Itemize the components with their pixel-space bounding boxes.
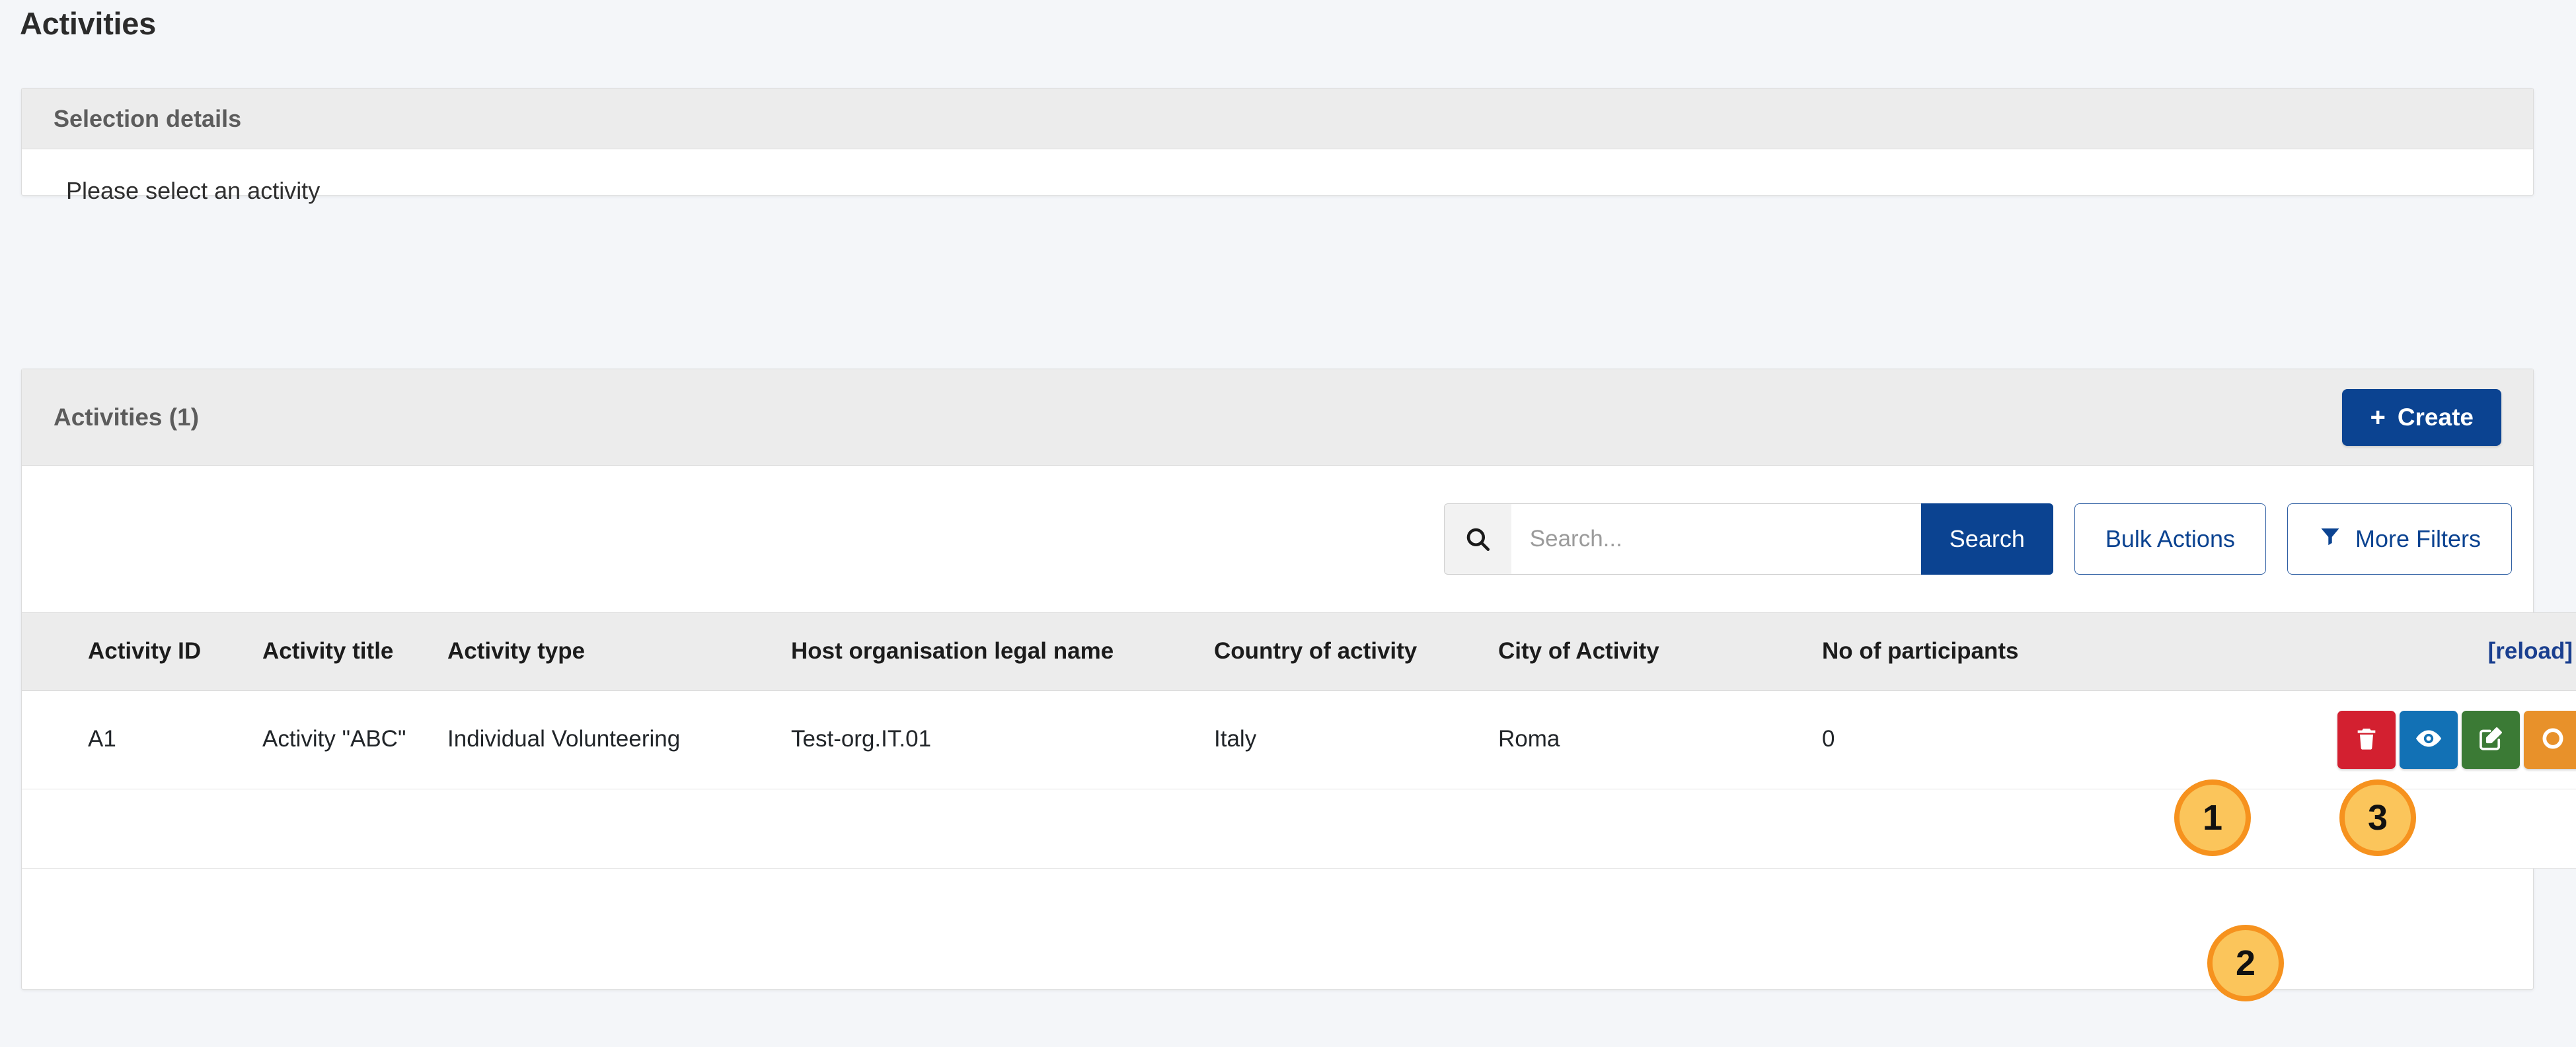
plus-icon: + — [2370, 402, 2386, 432]
column-header-host-organisation[interactable]: Host organisation legal name — [775, 612, 1198, 691]
search-group: Search — [1443, 503, 2053, 575]
column-header-participants[interactable]: No of participants — [1806, 612, 2216, 691]
delete-action-button[interactable] — [2337, 710, 2396, 769]
selection-details-header: Selection details — [22, 89, 2533, 149]
activities-panel: Activities (1) + Create Search Bulk Acti — [21, 369, 2576, 990]
cell-country: Italy — [1198, 690, 1482, 789]
search-button[interactable]: Search — [1920, 503, 2053, 575]
cell-activity-title: Activity "ABC" — [246, 690, 432, 789]
create-button[interactable]: + Create — [2342, 388, 2501, 446]
bulk-actions-label: Bulk Actions — [2105, 525, 2235, 552]
selection-details-title: Selection details — [54, 104, 242, 132]
create-button-label: Create — [2397, 403, 2474, 431]
search-input[interactable] — [1511, 503, 1921, 575]
pen-to-square-icon — [2477, 725, 2505, 754]
activities-count-title: Activities (1) — [54, 403, 200, 431]
table-toolbar: Search Bulk Actions More Filters — [22, 466, 2533, 612]
column-header-country[interactable]: Country of activity — [1198, 612, 1482, 691]
circle-ring-icon — [2540, 725, 2566, 754]
column-header-activity-id[interactable]: Activity ID — [22, 612, 246, 691]
page-title: Activities — [20, 6, 156, 41]
cell-city: Roma — [1482, 690, 1806, 789]
cell-host-organisation: Test-org.IT.01 — [775, 690, 1198, 789]
bulk-actions-button[interactable]: Bulk Actions — [2074, 503, 2266, 575]
activities-header: Activities (1) + Create — [22, 369, 2533, 466]
column-header-activity-type[interactable]: Activity type — [432, 612, 775, 691]
reload-link[interactable]: [reload] — [2232, 637, 2576, 667]
cell-activity-type: Individual Volunteering — [432, 690, 775, 789]
column-header-actions: [reload] — [2216, 612, 2576, 691]
view-action-button[interactable] — [2400, 710, 2458, 769]
edit-action-button[interactable] — [2462, 710, 2520, 769]
cell-participants: 0 — [1806, 690, 2216, 789]
column-header-city[interactable]: City of Activity — [1482, 612, 1806, 691]
table-row[interactable]: A1 Activity "ABC" Individual Volunteerin… — [22, 690, 2576, 789]
status-action-button[interactable] — [2524, 710, 2576, 769]
more-filters-button[interactable]: More Filters — [2287, 503, 2512, 575]
search-icon — [1443, 503, 1511, 575]
selection-details-panel: Selection details Please select an activ… — [21, 88, 2534, 204]
eye-icon — [2414, 724, 2443, 755]
column-header-activity-title[interactable]: Activity title — [246, 612, 432, 691]
cell-actions — [2216, 690, 2576, 789]
filter-icon — [2318, 524, 2342, 554]
cell-activity-id: A1 — [22, 690, 246, 789]
page-root: Activities Selection details Please sele… — [0, 0, 2576, 1047]
action-button-group — [2232, 710, 2576, 769]
annotation-badge-3: 3 — [2339, 779, 2416, 856]
selection-details-message: Please select an activity — [66, 177, 321, 204]
table-header-row: Activity ID Activity title Activity type… — [22, 612, 2576, 691]
table-head: Activity ID Activity title Activity type… — [22, 612, 2576, 691]
annotation-badge-1: 1 — [2174, 779, 2251, 856]
trash-icon — [2353, 725, 2380, 754]
annotation-badge-2: 2 — [2207, 925, 2284, 1001]
more-filters-label: More Filters — [2355, 525, 2481, 552]
